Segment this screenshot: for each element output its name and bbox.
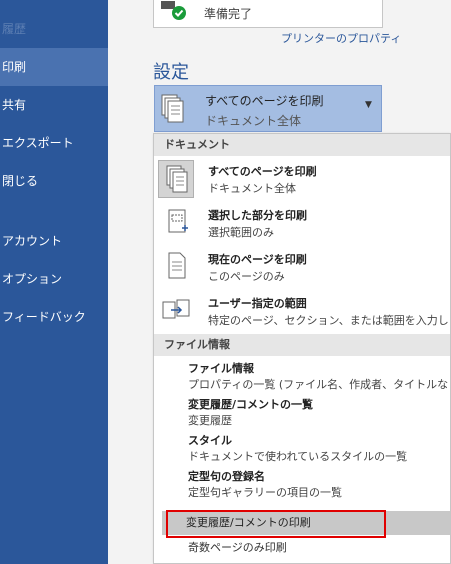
- option-desc: ドキュメント全体: [208, 182, 296, 195]
- option-title: すべてのページを印刷: [208, 165, 317, 178]
- current-page-icon: [158, 248, 194, 286]
- option-selection[interactable]: 選択した部分を印刷 選択範囲のみ: [154, 202, 450, 246]
- info-item-desc: ドキュメントで使われているスタイルの一覧: [188, 450, 408, 463]
- info-item-title: スタイル: [188, 434, 232, 447]
- settings-title: 設定: [153, 62, 189, 83]
- option-title: ユーザー指定の範囲: [208, 297, 307, 310]
- nav-item-feedback[interactable]: フィードバック: [0, 298, 108, 336]
- nav-item-options[interactable]: オプション: [0, 260, 108, 298]
- all-pages-icon: [161, 94, 185, 124]
- menu-item-odd-pages[interactable]: 奇数ページのみ印刷: [188, 539, 287, 555]
- info-item-title: 変更履歴/コメントの一覧: [188, 398, 314, 411]
- highlight-annotation-box: [166, 510, 386, 538]
- info-item-autotext[interactable]: 定型句の登録名 定型句ギャラリーの項目の一覧: [188, 468, 448, 500]
- nav-item-close[interactable]: 閉じる: [0, 162, 108, 200]
- nav-item-share[interactable]: 共有: [0, 86, 108, 124]
- option-title: 現在のページを印刷: [208, 253, 307, 266]
- custom-range-icon: [158, 292, 194, 330]
- option-desc: このページのみ: [208, 270, 285, 283]
- info-item-file-info[interactable]: ファイル情報 プロパティの一覧 (ファイル名、作成者、タイトルなど): [188, 360, 451, 392]
- info-item-styles[interactable]: スタイル ドキュメントで使われているスタイルの一覧: [188, 432, 448, 464]
- dropdown-selected-subtitle: ドキュメント全体: [205, 114, 302, 128]
- info-item-title: 定型句の登録名: [188, 470, 265, 483]
- option-current-page[interactable]: 現在のページを印刷 このページのみ: [154, 246, 450, 290]
- printer-properties-link[interactable]: プリンターのプロパティ: [281, 30, 401, 46]
- nav-item-print[interactable]: 印刷: [0, 48, 108, 86]
- option-desc: 選択範囲のみ: [208, 226, 274, 239]
- option-custom-range[interactable]: ユーザー指定の範囲 特定のページ、セクション、または範囲を入力します: [154, 290, 450, 334]
- nav-item-history[interactable]: 履歴: [0, 10, 108, 48]
- section-header-file-info: ファイル情報: [154, 334, 450, 356]
- option-title: 選択した部分を印刷: [208, 209, 307, 222]
- nav-item-export[interactable]: エクスポート: [0, 124, 108, 162]
- dropdown-selected-title: すべてのページを印刷: [205, 94, 324, 108]
- info-item-tracked-changes[interactable]: 変更履歴/コメントの一覧 変更履歴: [188, 396, 448, 428]
- printer-status: 準備完了: [204, 7, 253, 21]
- all-pages-icon: [158, 160, 194, 198]
- backstage-nav: 履歴 印刷 共有 エクスポート 閉じる アカウント オプション フィードバック: [0, 0, 108, 564]
- selection-icon: [158, 204, 194, 242]
- info-item-desc: 変更履歴: [188, 414, 232, 427]
- info-item-desc: 定型句ギャラリーの項目の一覧: [188, 486, 342, 499]
- info-item-title: ファイル情報: [188, 362, 254, 375]
- print-range-menu: ドキュメント すべてのページを印刷 ドキュメント全体 選択した部分を印刷 選択範…: [153, 133, 451, 564]
- printer-ready-icon: [160, 0, 188, 23]
- print-range-dropdown[interactable]: すべてのページを印刷 ドキュメント全体 ▼: [154, 85, 382, 132]
- chevron-down-icon: ▼: [365, 100, 372, 110]
- section-header-document: ドキュメント: [154, 134, 450, 156]
- nav-item-account[interactable]: アカウント: [0, 222, 108, 260]
- printer-selector[interactable]: 準備完了: [153, 0, 383, 28]
- option-desc: 特定のページ、セクション、または範囲を入力します: [208, 314, 451, 327]
- info-item-desc: プロパティの一覧 (ファイル名、作成者、タイトルなど): [188, 378, 451, 391]
- option-all-pages[interactable]: すべてのページを印刷 ドキュメント全体: [154, 158, 450, 202]
